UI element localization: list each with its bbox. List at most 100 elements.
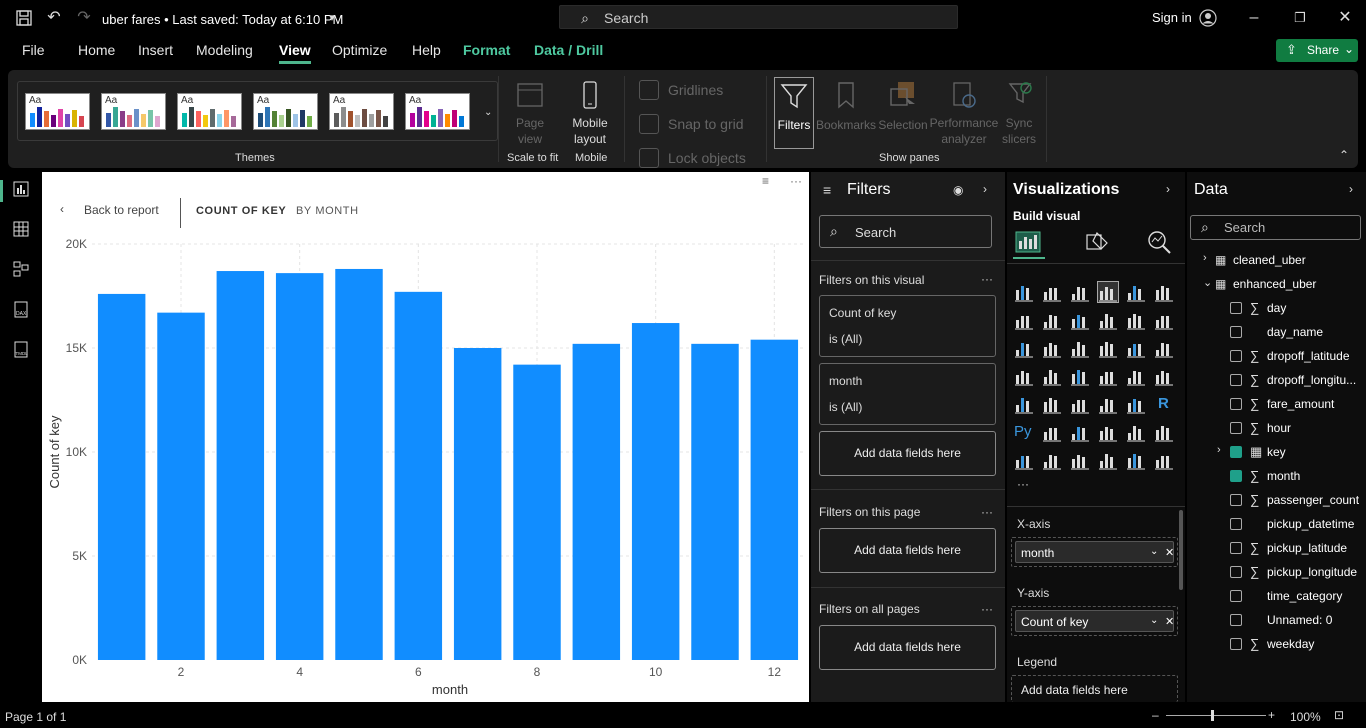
power-apps-icon[interactable]: [1098, 450, 1118, 470]
multirow-card-icon[interactable]: [1014, 394, 1034, 414]
menu-data-drill[interactable]: Data / Drill: [534, 42, 603, 58]
dax-query-view-icon[interactable]: DAX: [11, 301, 31, 321]
save-icon[interactable]: [15, 9, 33, 27]
combo-chart-icon[interactable]: [1014, 338, 1034, 358]
field-item[interactable]: › ▦ key: [1187, 441, 1366, 463]
add-page-filter-well[interactable]: Add data fields here: [819, 528, 996, 573]
build-visual-tab[interactable]: [1013, 229, 1045, 259]
field-item[interactable]: Unnamed: 0: [1187, 609, 1366, 631]
qna-icon[interactable]: [1098, 422, 1118, 442]
azure-map-icon[interactable]: [1098, 366, 1118, 386]
theme-swatch-6[interactable]: Aa: [405, 93, 470, 130]
mobile-layout-button[interactable]: Mobile layout: [567, 80, 613, 147]
analytics-tab[interactable]: [1145, 229, 1177, 259]
field-item[interactable]: ∑ dropoff_longitu...: [1187, 369, 1366, 391]
report-view-icon[interactable]: [11, 181, 31, 201]
stacked-area-icon[interactable]: [1070, 310, 1090, 330]
field-checkbox[interactable]: [1230, 374, 1242, 386]
field-item[interactable]: time_category: [1187, 585, 1366, 607]
area-chart-icon[interactable]: [1042, 310, 1062, 330]
y-axis-field-pill[interactable]: Count of key ⌄ ✕: [1015, 610, 1174, 632]
bar[interactable]: [335, 268, 383, 660]
bar[interactable]: [453, 348, 502, 660]
scrollbar-thumb[interactable]: [1179, 510, 1183, 590]
ribbon-chart-icon[interactable]: [1098, 310, 1118, 330]
x-axis-field-pill[interactable]: month ⌄ ✕: [1015, 541, 1174, 563]
add-report-filter-well[interactable]: Add data fields here: [819, 625, 996, 670]
menu-insert[interactable]: Insert: [138, 42, 173, 58]
field-item[interactable]: ∑ weekday: [1187, 633, 1366, 655]
field-checkbox[interactable]: [1230, 326, 1242, 338]
theme-swatch-3[interactable]: Aa: [177, 93, 242, 130]
minimize-icon[interactable]: –: [1245, 9, 1263, 27]
card-new-icon[interactable]: [1042, 450, 1062, 470]
field-checkbox[interactable]: [1230, 638, 1242, 650]
menu-format[interactable]: Format: [463, 42, 510, 58]
tmdl-view-icon[interactable]: TMDL: [11, 341, 31, 361]
r-visual-icon[interactable]: R: [1154, 394, 1174, 414]
goals-icon[interactable]: [1154, 422, 1174, 442]
chevron-down-icon[interactable]: ⌄: [1150, 546, 1158, 557]
legend-well[interactable]: Add data fields here: [1011, 675, 1178, 702]
performance-analyzer-toggle[interactable]: Performance analyzer: [929, 80, 999, 147]
filter-search-input[interactable]: ⌕ Search: [819, 215, 992, 248]
theme-swatch-1[interactable]: Aa: [25, 93, 90, 130]
bar[interactable]: [216, 271, 265, 660]
chevron-right-icon[interactable]: ›: [1203, 252, 1207, 264]
power-automate-icon[interactable]: [1126, 450, 1146, 470]
field-item[interactable]: ∑ pickup_latitude: [1187, 537, 1366, 559]
clustered-bar-icon[interactable]: [1070, 282, 1090, 302]
document-title[interactable]: uber fares • Last saved: Today at 6:10 P…: [102, 12, 343, 27]
menu-modeling[interactable]: Modeling: [196, 42, 253, 58]
collapse-pane-icon[interactable]: ›: [1166, 182, 1170, 196]
slicer-icon[interactable]: [1070, 394, 1090, 414]
bar[interactable]: [157, 312, 205, 660]
field-checkbox[interactable]: [1230, 542, 1242, 554]
gauge-icon[interactable]: [1126, 366, 1146, 386]
table-node-cleaned-uber[interactable]: › ▦ cleaned_uber: [1187, 249, 1366, 271]
add-visual-filter-well[interactable]: Add data fields here: [819, 431, 996, 476]
bookmarks-pane-toggle[interactable]: Bookmarks: [816, 80, 876, 132]
maximize-icon[interactable]: ❐: [1291, 9, 1309, 27]
field-item[interactable]: ∑ hour: [1187, 417, 1366, 439]
map-icon[interactable]: [1042, 366, 1062, 386]
model-view-icon[interactable]: [11, 261, 31, 281]
table-node-enhanced-uber[interactable]: ⌄ ▦ enhanced_uber: [1187, 273, 1366, 295]
share-button[interactable]: ⇪ Share ⌄: [1276, 39, 1358, 62]
fit-to-page-icon[interactable]: ⊡: [1334, 708, 1344, 722]
field-checkbox[interactable]: [1230, 398, 1242, 410]
field-item[interactable]: ∑ day: [1187, 297, 1366, 319]
more-visuals-ellipsis[interactable]: ···: [1017, 477, 1029, 491]
line-stacked-icon[interactable]: [1154, 310, 1174, 330]
field-checkbox[interactable]: [1230, 446, 1242, 458]
menu-view[interactable]: View: [279, 42, 311, 64]
chevron-down-icon[interactable]: ⌄: [1150, 615, 1158, 626]
field-checkbox[interactable]: [1230, 350, 1242, 362]
user-avatar-icon[interactable]: [1199, 9, 1217, 27]
global-search-box[interactable]: ⌕ Search: [559, 5, 958, 29]
field-item[interactable]: ∑ month: [1187, 465, 1366, 487]
filter-card-count-of-key[interactable]: Count of key is (All): [819, 295, 996, 357]
field-checkbox[interactable]: [1230, 614, 1242, 626]
field-item[interactable]: day_name: [1187, 321, 1366, 343]
table-view-icon[interactable]: [11, 221, 31, 241]
field-item[interactable]: pickup_datetime: [1187, 513, 1366, 535]
key-influencers-icon[interactable]: [1042, 422, 1062, 442]
zoom-slider[interactable]: [1166, 715, 1266, 716]
kpi-icon[interactable]: [1042, 394, 1062, 414]
filter-card-month[interactable]: month is (All): [819, 363, 996, 425]
chevron-down-icon[interactable]: ▾: [323, 9, 341, 27]
menu-file[interactable]: File: [22, 42, 45, 58]
funnel-icon[interactable]: [1070, 338, 1090, 358]
field-checkbox[interactable]: [1230, 470, 1242, 482]
line-chart-icon[interactable]: [1014, 310, 1034, 330]
menu-home[interactable]: Home: [78, 42, 115, 58]
field-checkbox[interactable]: [1230, 518, 1242, 530]
collapse-pane-icon[interactable]: ›: [1349, 182, 1353, 196]
eye-icon[interactable]: ◉: [953, 183, 963, 197]
collapse-pane-icon[interactable]: ›: [983, 182, 987, 196]
more-options-icon[interactable]: ···: [981, 602, 993, 616]
bar[interactable]: [572, 343, 621, 660]
chevron-right-icon[interactable]: ›: [1217, 444, 1221, 456]
decomposition-tree-icon[interactable]: [1070, 422, 1090, 442]
